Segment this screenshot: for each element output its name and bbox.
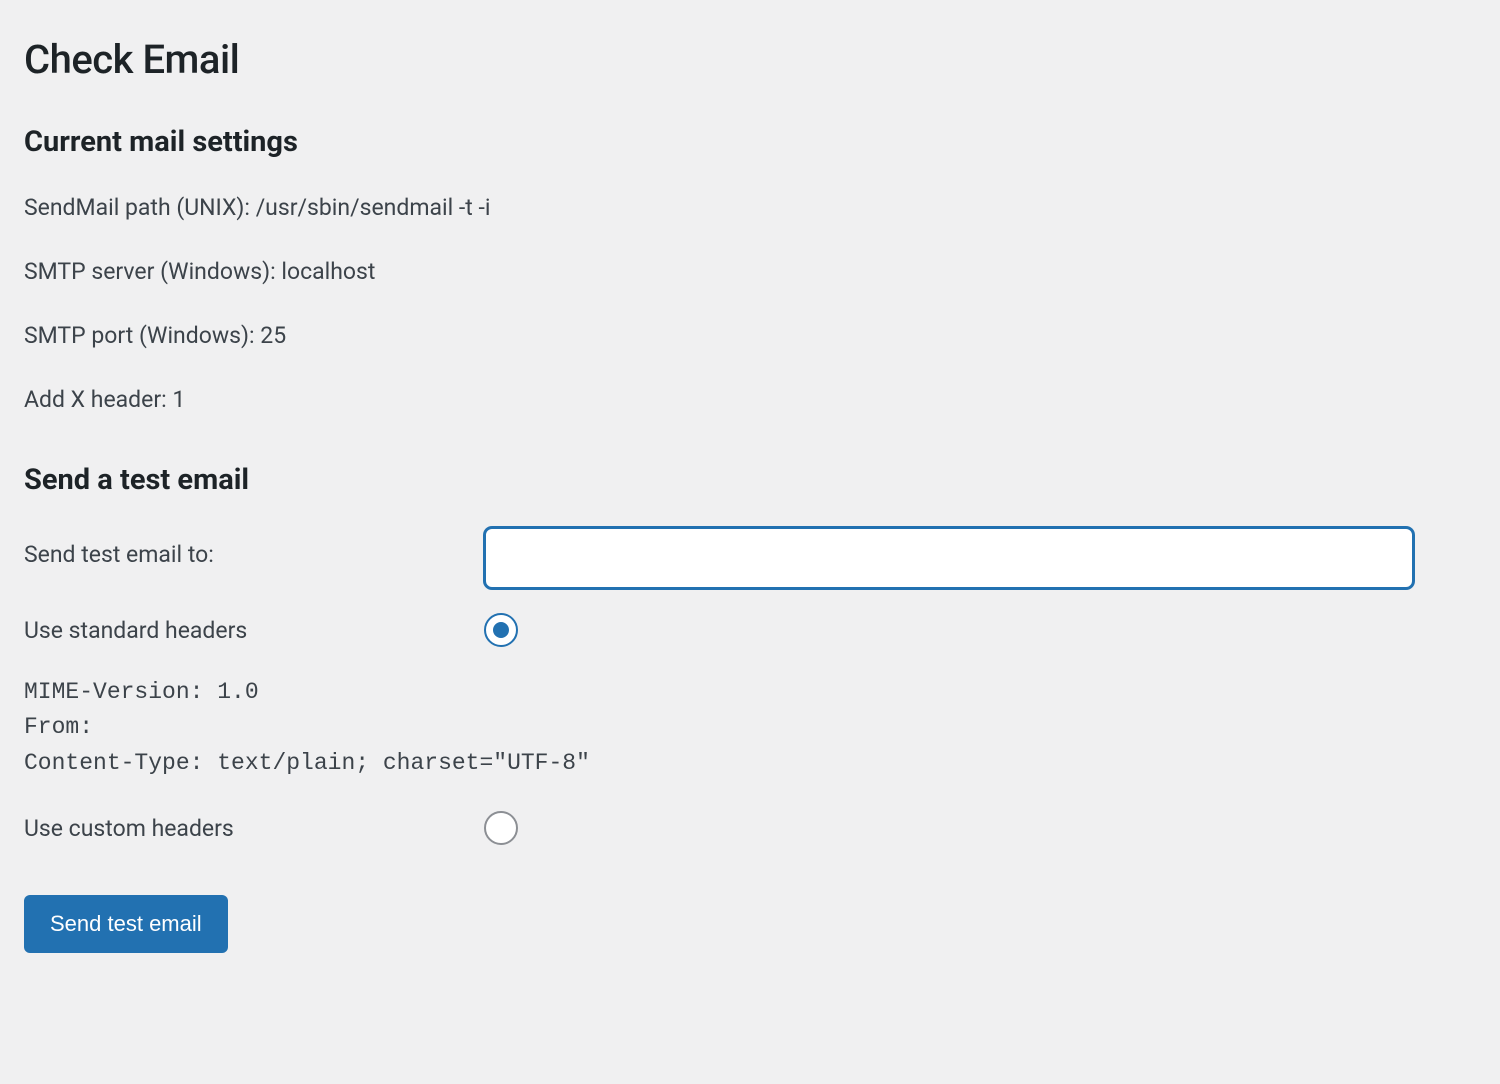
send-to-input[interactable]: [484, 527, 1414, 589]
page-title: Check Email: [24, 36, 1476, 83]
use-custom-label: Use custom headers: [24, 811, 484, 842]
setting-add-x-header-value: 1: [172, 386, 185, 413]
send-to-field-col: [484, 527, 1414, 589]
setting-sendmail-path-value: /usr/sbin/sendmail -t -i: [256, 194, 491, 221]
standard-headers-preview: MIME-Version: 1.0 From: Content-Type: te…: [24, 675, 1476, 782]
setting-add-x-header-label: Add X header:: [24, 386, 172, 413]
use-standard-radio[interactable]: [484, 613, 518, 647]
setting-smtp-server-value: localhost: [281, 258, 375, 285]
current-settings-heading: Current mail settings: [24, 125, 1476, 159]
send-test-email-button[interactable]: Send test email: [24, 895, 228, 953]
send-test-heading: Send a test email: [24, 463, 1476, 497]
use-standard-field-col: [484, 613, 1414, 651]
setting-smtp-server-label: SMTP server (Windows):: [24, 258, 281, 285]
setting-smtp-port-value: 25: [260, 322, 286, 349]
row-use-standard: Use standard headers: [24, 613, 1476, 651]
setting-sendmail-path-label: SendMail path (UNIX):: [24, 194, 256, 221]
row-use-custom: Use custom headers: [24, 811, 1476, 849]
use-custom-radio[interactable]: [484, 811, 518, 845]
setting-add-x-header: Add X header: 1: [24, 385, 1476, 415]
setting-smtp-port-label: SMTP port (Windows):: [24, 322, 260, 349]
row-send-to: Send test email to:: [24, 527, 1476, 589]
use-standard-label: Use standard headers: [24, 613, 484, 644]
send-to-label: Send test email to:: [24, 527, 484, 568]
page-wrap: Check Email Current mail settings SendMa…: [0, 0, 1500, 977]
use-custom-field-col: [484, 811, 1414, 849]
setting-smtp-port: SMTP port (Windows): 25: [24, 321, 1476, 351]
setting-sendmail-path: SendMail path (UNIX): /usr/sbin/sendmail…: [24, 193, 1476, 223]
setting-smtp-server: SMTP server (Windows): localhost: [24, 257, 1476, 287]
